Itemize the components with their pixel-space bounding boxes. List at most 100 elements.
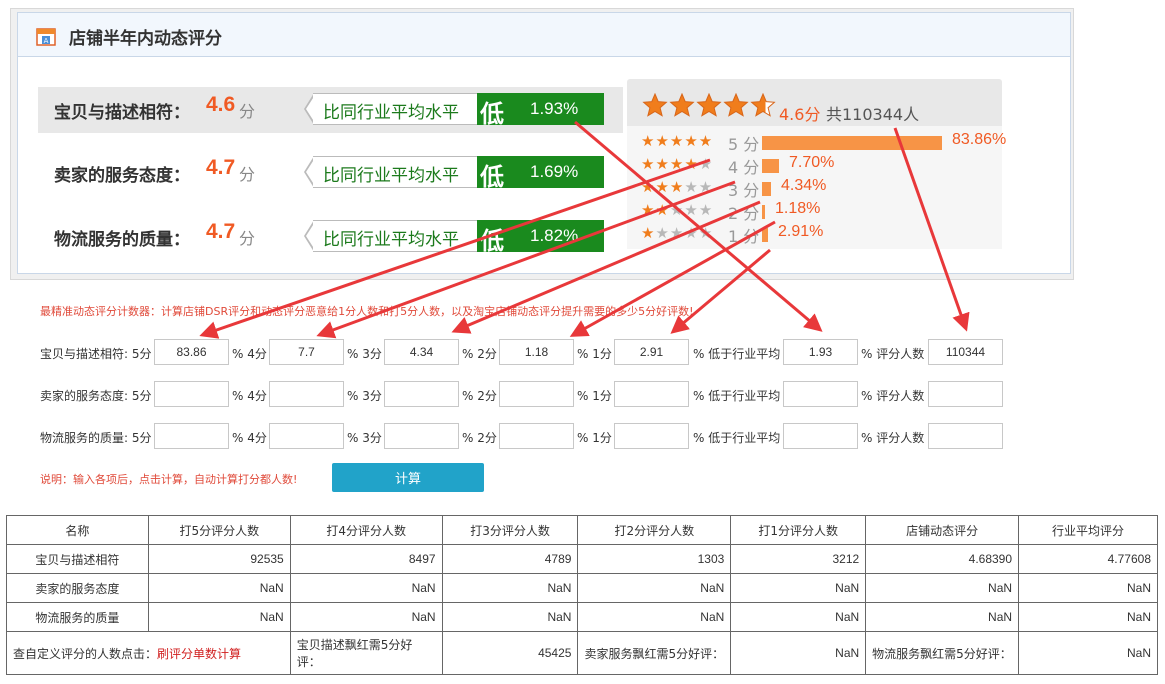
input-1-star-pct[interactable] [614,423,689,449]
cell-dsr: NaN [865,602,1020,632]
input-1-star-pct[interactable] [614,381,689,407]
cell-2-star: NaN [577,573,732,603]
input-3-star-pct[interactable] [384,339,459,365]
cell-5-star: 92535 [147,544,291,574]
cell-dsr: 4.68390 [865,544,1020,574]
cell-name: 卖家的服务态度 [6,573,149,603]
label-2-star: % 2分 [462,431,497,445]
table-header-row: 名称 打5分评分人数 打4分评分人数 打3分评分人数 打2分评分人数 打1分评分… [6,515,1158,545]
star-icon [642,92,668,117]
label-count: % 评分人数 [861,347,925,361]
cell-3-star: NaN [441,573,579,603]
level-bar [762,228,768,242]
cell-2-star: NaN [577,602,732,632]
calculate-button[interactable]: 计算 [332,463,484,492]
col-name: 名称 [6,515,149,545]
logistics-needed-label: 物流服务飘红需5分好评： [865,631,1020,675]
col-3-star-count: 打3分评分人数 [441,515,579,545]
calculator-description: 最精准动态评分计数器：计算店铺DSR评分和动态评分恶意给1分人数和打5分人数，以… [40,305,694,318]
label-count: % 评分人数 [861,389,925,403]
input-5-star-pct[interactable] [154,381,229,407]
input-5-star-pct[interactable] [154,339,229,365]
table-footer-row: 查自定义评分的人数点击：刷评分单数计算 宝贝描述飘红需5分好评： 45425 卖… [6,631,1158,675]
label-below-avg: % 低于行业平均 [693,431,781,445]
panel-header: A 店铺半年内动态评分 [18,13,1070,57]
cell-1-star: NaN [730,602,867,632]
label-below-avg: % 低于行业平均 [693,347,781,361]
compare-badge: 低 1.82% [477,220,604,255]
level-label: 2 分 [728,204,760,223]
compare-text: 比同行业平均水平 [323,103,459,123]
input-3-star-pct[interactable] [384,423,459,449]
industry-compare: 比同行业平均水平 低 1.69% [304,156,604,191]
table-row: 物流服务的质量 NaN NaN NaN NaN NaN NaN NaN [6,602,1158,632]
compare-box: 比同行业平均水平 [313,93,479,125]
cell-1-star: 3212 [730,544,867,574]
cell-5-star: NaN [147,573,291,603]
level-stars-icon: ★★★★★ [641,224,714,242]
dsr-score-unit: 分 [239,229,256,248]
input-rating-count[interactable] [928,339,1003,365]
star-icon [669,92,695,117]
cell-3-star: 4789 [441,544,579,574]
rating-level-row: ★★★★★ 5 分 83.86% [641,131,1006,154]
svg-text:A: A [44,37,49,45]
input-below-avg[interactable] [783,339,858,365]
compare-percent: 1.93% [530,99,579,118]
rating-stars [642,92,777,124]
level-stars-icon: ★★★★★ [641,155,714,173]
level-percent: 7.70% [789,154,835,171]
rating-total: 共110344人 [826,105,920,124]
rating-level-row: ★★★★★ 4 分 7.70% [641,154,996,177]
compare-badge: 低 1.69% [477,156,604,191]
level-label: 4 分 [728,158,760,177]
input-5-star-pct[interactable] [154,423,229,449]
input-rating-count[interactable] [928,423,1003,449]
table-row: 宝贝与描述相符 92535 8497 4789 1303 3212 4.6839… [6,544,1158,574]
input-2-star-pct[interactable] [499,339,574,365]
custom-calc-link[interactable]: 刷评分单数计算 [157,647,241,661]
rating-summary: 4.6分 共110344人 [627,79,1002,126]
cell-1-star: NaN [730,573,867,603]
calc-row-label: 物流服务的质量: 5分 [40,431,152,445]
label-3-star: % 3分 [347,389,382,403]
compare-level: 低 [480,227,504,255]
input-2-star-pct[interactable] [499,423,574,449]
dsr-row-label: 物流服务的质量： [54,230,190,250]
col-shop-dsr: 店铺动态评分 [865,515,1020,545]
industry-compare: 比同行业平均水平 低 1.93% [304,93,604,128]
panel-title: 店铺半年内动态评分 [69,29,222,49]
input-below-avg[interactable] [783,381,858,407]
input-3-star-pct[interactable] [384,381,459,407]
logistics-needed-value: NaN [1018,631,1158,675]
level-percent: 1.18% [775,200,821,217]
compare-percent: 1.69% [530,162,579,181]
level-stars-icon: ★★★★★ [641,201,714,219]
rating-level-row: ★★★★★ 2 分 1.18% [641,200,996,223]
input-2-star-pct[interactable] [499,381,574,407]
col-2-star-count: 打2分评分人数 [577,515,732,545]
level-label: 5 分 [728,135,760,154]
service-needed-value: NaN [730,631,867,675]
label-4-star: % 4分 [232,389,267,403]
compare-level: 低 [480,163,504,191]
level-percent: 83.86% [952,131,1007,148]
dsr-score: 4.6 [206,93,236,116]
label-1-star: % 1分 [577,347,612,361]
input-rating-count[interactable] [928,381,1003,407]
level-stars-icon: ★★★★★ [641,178,714,196]
compare-level: 低 [480,100,504,128]
input-1-star-pct[interactable] [614,339,689,365]
cell-avg: NaN [1018,602,1158,632]
input-below-avg[interactable] [783,423,858,449]
dsr-row-description: 宝贝与描述相符： 4.6 分 比同行业平均水平 低 1.93% [38,87,623,133]
results-table: 名称 打5分评分人数 打4分评分人数 打3分评分人数 打2分评分人数 打1分评分… [6,515,1158,675]
input-4-star-pct[interactable] [269,423,344,449]
level-percent: 2.91% [778,223,824,240]
input-4-star-pct[interactable] [269,381,344,407]
level-percent: 4.34% [781,177,827,194]
input-4-star-pct[interactable] [269,339,344,365]
level-label: 3 分 [728,181,760,200]
col-4-star-count: 打4分评分人数 [289,515,443,545]
cell-2-star: 1303 [577,544,732,574]
